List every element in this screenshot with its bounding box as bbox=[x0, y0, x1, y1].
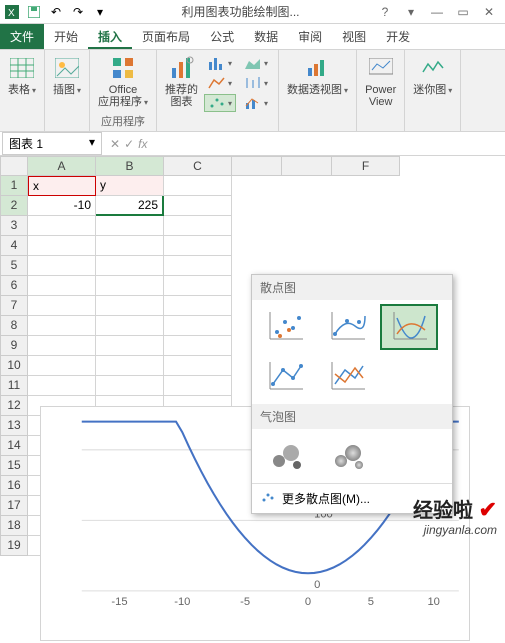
row-header-2[interactable]: 2 bbox=[0, 196, 28, 216]
tables-label: 表格 bbox=[8, 84, 30, 96]
line-chart-button[interactable]: ▾ bbox=[204, 74, 236, 92]
tab-dev[interactable]: 开发 bbox=[376, 24, 420, 49]
excel-icon: X bbox=[4, 4, 20, 20]
svg-text:0: 0 bbox=[314, 579, 320, 591]
ribbon-options-button[interactable]: ▾ bbox=[399, 2, 423, 22]
close-button[interactable]: ✕ bbox=[477, 2, 501, 22]
scatter-smooth-option[interactable] bbox=[380, 304, 438, 350]
tables-button[interactable]: 表格▾ bbox=[4, 52, 40, 98]
row-header-6[interactable]: 6 bbox=[0, 276, 28, 296]
redo-icon[interactable]: ↷ bbox=[70, 4, 86, 20]
cell-a2[interactable]: -10 bbox=[28, 196, 96, 216]
combo-chart-button[interactable]: ▾ bbox=[240, 94, 272, 112]
watermark: 经验啦 ✔ jingyanla.com bbox=[413, 494, 497, 537]
svg-text:0: 0 bbox=[305, 596, 311, 608]
office-group-label: 应用程序 bbox=[101, 113, 145, 129]
row-header-16[interactable]: 16 bbox=[0, 476, 28, 496]
fx-cancel-icon[interactable]: ✕ bbox=[110, 137, 120, 151]
row-header-17[interactable]: 17 bbox=[0, 496, 28, 516]
bar-chart-button[interactable]: ▾ bbox=[204, 54, 236, 72]
picture-icon bbox=[53, 54, 81, 82]
window-title: 利用图表功能绘制图... bbox=[108, 3, 373, 20]
sparkline-icon bbox=[419, 54, 447, 82]
more-scatter-icon bbox=[260, 490, 276, 507]
bubble-section-label: 气泡图 bbox=[252, 404, 452, 429]
fx-icon[interactable]: fx bbox=[138, 137, 147, 151]
rec-chart-icon bbox=[168, 54, 196, 82]
tab-layout[interactable]: 页面布局 bbox=[132, 24, 200, 49]
illustrations-label: 插图 bbox=[53, 84, 75, 96]
office-apps-button[interactable]: Office应用程序▾ bbox=[94, 52, 152, 110]
col-header-f[interactable]: F bbox=[332, 156, 400, 176]
col-header-a[interactable]: A bbox=[28, 156, 96, 176]
tab-view[interactable]: 视图 bbox=[332, 24, 376, 49]
row-header-19[interactable]: 19 bbox=[0, 536, 28, 556]
cell-a1[interactable]: x bbox=[28, 176, 96, 196]
pivot-icon bbox=[304, 54, 332, 82]
tab-formula[interactable]: 公式 bbox=[200, 24, 244, 49]
recommended-charts-button[interactable]: 推荐的图表 bbox=[161, 52, 202, 114]
illustrations-button[interactable]: 插图▾ bbox=[49, 52, 85, 98]
powerview-icon bbox=[367, 54, 395, 82]
scatter-chart-dropdown: 散点图 气泡图 更多散点图(M)... bbox=[251, 274, 453, 514]
svg-text:10: 10 bbox=[427, 596, 439, 608]
cell-b1[interactable]: y bbox=[96, 176, 164, 196]
cell-c1[interactable] bbox=[164, 176, 232, 196]
namebox-dropdown-icon[interactable]: ▾ bbox=[89, 135, 95, 152]
qat-dropdown-icon[interactable]: ▾ bbox=[92, 4, 108, 20]
row-header-1[interactable]: 1 bbox=[0, 176, 28, 196]
row-header-12[interactable]: 12 bbox=[0, 396, 28, 416]
svg-text:-10: -10 bbox=[174, 596, 190, 608]
row-header-8[interactable]: 8 bbox=[0, 316, 28, 336]
power-view-button[interactable]: PowerView bbox=[361, 52, 400, 110]
svg-text:X: X bbox=[8, 8, 15, 19]
tab-review[interactable]: 审阅 bbox=[288, 24, 332, 49]
row-header-7[interactable]: 7 bbox=[0, 296, 28, 316]
row-header-15[interactable]: 15 bbox=[0, 456, 28, 476]
cell-b2[interactable]: 225 bbox=[96, 196, 164, 216]
tab-insert[interactable]: 插入 bbox=[88, 24, 132, 49]
help-button[interactable]: ? bbox=[373, 2, 397, 22]
area-chart-button[interactable]: ▾ bbox=[240, 54, 272, 72]
row-header-14[interactable]: 14 bbox=[0, 436, 28, 456]
undo-icon[interactable]: ↶ bbox=[48, 4, 64, 20]
select-all-button[interactable] bbox=[0, 156, 28, 176]
maximize-button[interactable]: ▭ bbox=[451, 2, 475, 22]
minimize-button[interactable]: — bbox=[425, 2, 449, 22]
apps-icon bbox=[109, 54, 137, 82]
row-header-9[interactable]: 9 bbox=[0, 336, 28, 356]
name-box[interactable]: 图表 1 ▾ bbox=[2, 132, 102, 155]
pivot-chart-button[interactable]: 数据透视图▾ bbox=[283, 52, 352, 98]
check-icon: ✔ bbox=[479, 497, 497, 522]
sparklines-button[interactable]: 迷你图▾ bbox=[409, 52, 456, 98]
fx-confirm-icon[interactable]: ✓ bbox=[124, 137, 134, 151]
row-header-5[interactable]: 5 bbox=[0, 256, 28, 276]
scatter-straight-option[interactable] bbox=[318, 354, 376, 400]
bubble-option[interactable] bbox=[256, 433, 314, 479]
tab-home[interactable]: 开始 bbox=[44, 24, 88, 49]
row-header-3[interactable]: 3 bbox=[0, 216, 28, 236]
svg-text:-5: -5 bbox=[240, 596, 250, 608]
row-header-11[interactable]: 11 bbox=[0, 376, 28, 396]
scatter-smooth-markers-option[interactable] bbox=[318, 304, 376, 350]
row-header-13[interactable]: 13 bbox=[0, 416, 28, 436]
row-header-18[interactable]: 18 bbox=[0, 516, 28, 536]
stock-chart-button[interactable]: ▾ bbox=[240, 74, 272, 92]
cell-c2[interactable] bbox=[164, 196, 232, 216]
save-icon[interactable] bbox=[26, 4, 42, 20]
tab-data[interactable]: 数据 bbox=[244, 24, 288, 49]
row-header-4[interactable]: 4 bbox=[0, 236, 28, 256]
svg-text:5: 5 bbox=[368, 596, 374, 608]
col-header-b[interactable]: B bbox=[96, 156, 164, 176]
scatter-section-label: 散点图 bbox=[252, 275, 452, 300]
bubble-3d-option[interactable] bbox=[318, 433, 376, 479]
scatter-markers-option[interactable] bbox=[256, 304, 314, 350]
row-header-10[interactable]: 10 bbox=[0, 356, 28, 376]
svg-text:-15: -15 bbox=[111, 596, 127, 608]
tab-file[interactable]: 文件 bbox=[0, 24, 44, 49]
scatter-straight-markers-option[interactable] bbox=[256, 354, 314, 400]
scatter-chart-button[interactable]: ▾ bbox=[204, 94, 236, 112]
col-header-c[interactable]: C bbox=[164, 156, 232, 176]
table-icon bbox=[8, 54, 36, 82]
